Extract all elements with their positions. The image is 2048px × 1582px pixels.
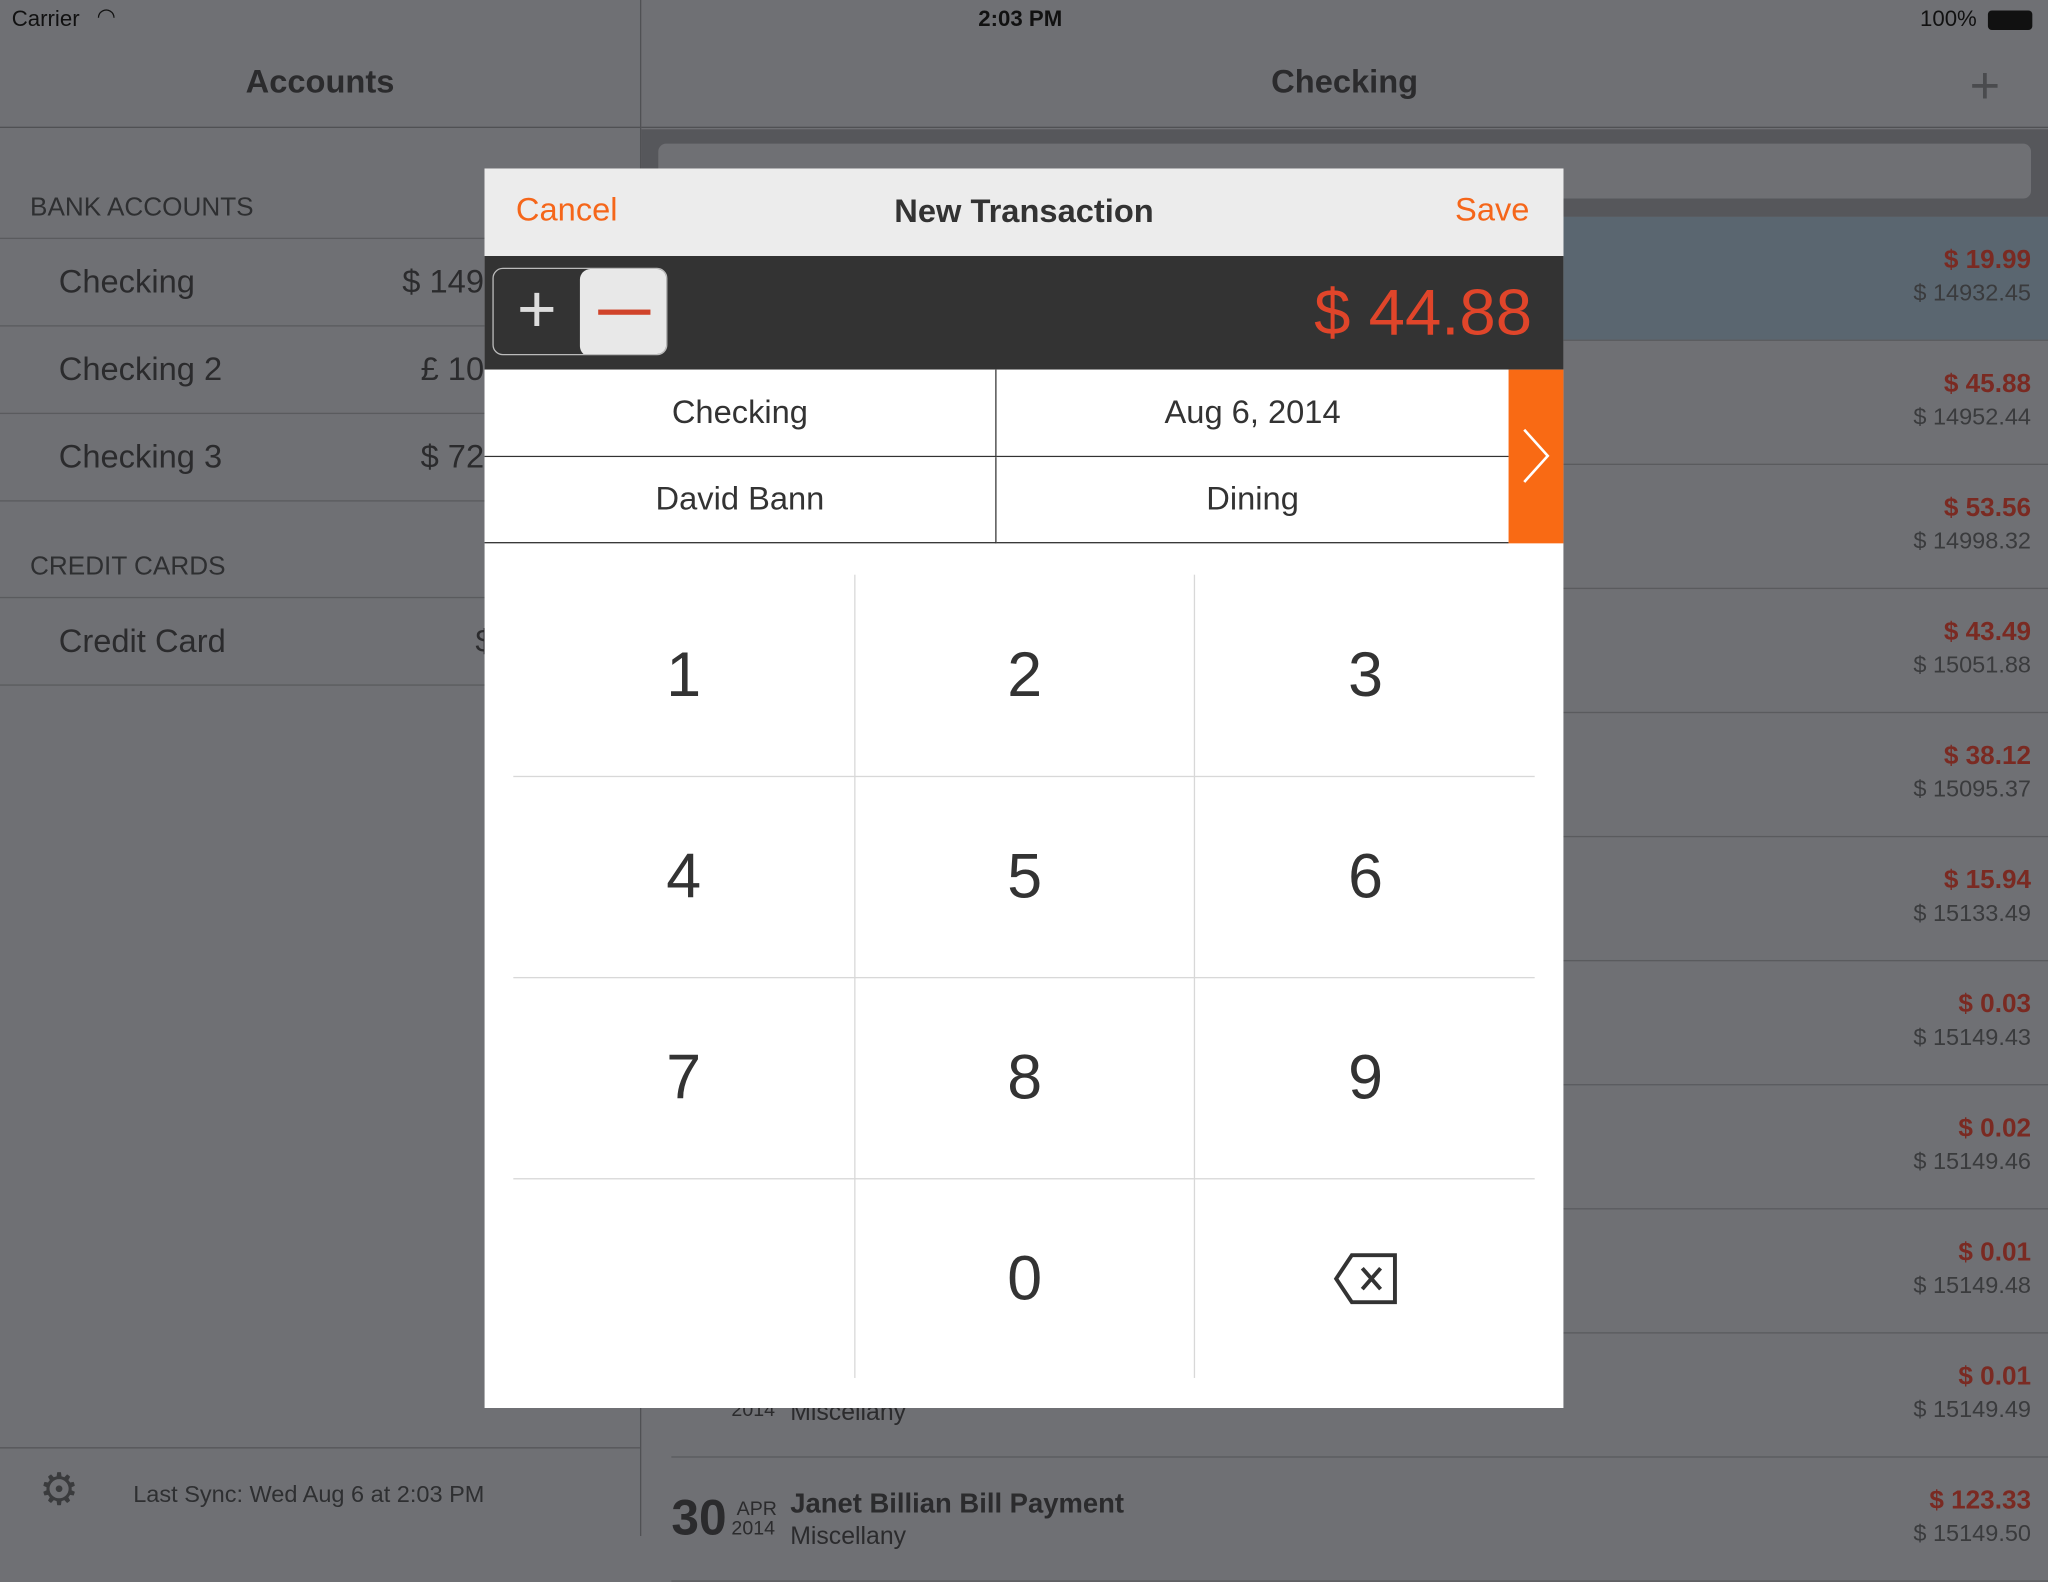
account-name: Checking 3 xyxy=(58,438,223,475)
running-balance: $ 15149.48 xyxy=(1913,1272,2032,1299)
key-1[interactable]: 1 xyxy=(513,575,854,776)
transaction-category: Miscellany xyxy=(790,1522,907,1551)
account-name: Checking xyxy=(58,263,195,300)
chevron-right-icon xyxy=(1523,428,1550,483)
register-nav-title: Checking xyxy=(641,39,2048,128)
key-6[interactable]: 6 xyxy=(1195,776,1536,977)
accounts-nav-title: Accounts xyxy=(0,39,640,128)
sync-bar: ⚙ Last Sync: Wed Aug 6 at 2:03 PM xyxy=(0,1447,640,1536)
account-balance: $ 72 xyxy=(420,438,485,475)
transaction-amount: $ 19.99 xyxy=(1943,245,2032,275)
transaction-day: 30 xyxy=(671,1491,727,1547)
running-balance: $ 14952.44 xyxy=(1913,403,2032,430)
account-name: Credit Card xyxy=(58,622,226,659)
running-balance: $ 15095.37 xyxy=(1913,775,2032,802)
running-balance: $ 14932.45 xyxy=(1913,279,2032,306)
running-balance: $ 15149.49 xyxy=(1913,1396,2032,1423)
last-sync-label: Last Sync: Wed Aug 6 at 2:03 PM xyxy=(133,1481,485,1508)
account-name: Checking 2 xyxy=(58,350,223,388)
running-balance: $ 15149.50 xyxy=(1913,1520,2032,1547)
backspace-key[interactable] xyxy=(1195,1178,1536,1379)
section-header: CREDIT CARDS xyxy=(30,552,226,582)
status-bar: Carrier ◠ 2:03 PM 100% xyxy=(0,0,2048,39)
running-balance: $ 15149.43 xyxy=(1913,1023,2032,1051)
sign-toggle[interactable]: + xyxy=(492,267,668,356)
add-transaction-icon[interactable]: + xyxy=(1970,57,2001,116)
modal-title: New Transaction xyxy=(894,193,1154,230)
next-button[interactable] xyxy=(1508,369,1564,544)
key-9[interactable]: 9 xyxy=(1195,977,1536,1178)
payee-field[interactable]: David Bann xyxy=(484,457,997,544)
section-header: BANK ACCOUNTS xyxy=(30,193,254,223)
running-balance: $ 15051.88 xyxy=(1913,651,2032,678)
running-balance: $ 14998.32 xyxy=(1913,527,2032,554)
transaction-year: 2014 xyxy=(731,1517,776,1540)
transaction-amount: $ 43.49 xyxy=(1943,617,2032,647)
time-label: 2:03 PM xyxy=(978,6,1063,32)
empty-key xyxy=(513,1178,854,1379)
wifi-icon: ◠ xyxy=(96,3,117,29)
transaction-amount: $ 0.01 xyxy=(1958,1362,2032,1392)
minus-button[interactable] xyxy=(579,269,667,354)
transaction-amount: $ 53.56 xyxy=(1943,493,2032,523)
key-8[interactable]: 8 xyxy=(854,977,1195,1178)
transaction-amount: $ 38.12 xyxy=(1943,741,2032,771)
transaction-payee: Janet Billian Bill Payment xyxy=(790,1488,1125,1520)
transaction-amount: $ 123.33 xyxy=(1929,1486,2032,1516)
gear-icon[interactable]: ⚙ xyxy=(39,1464,79,1516)
transaction-amount: $ 45.88 xyxy=(1943,369,2032,399)
backspace-icon xyxy=(1333,1253,1397,1305)
transaction-amount: $ 0.02 xyxy=(1958,1114,2032,1143)
key-7[interactable]: 7 xyxy=(513,977,854,1178)
key-2[interactable]: 2 xyxy=(854,575,1195,776)
minus-icon xyxy=(598,309,651,315)
key-5[interactable]: 5 xyxy=(854,776,1195,977)
transaction-amount: $ 15.94 xyxy=(1943,865,2032,895)
plus-icon[interactable]: + xyxy=(494,269,580,354)
running-balance: $ 15133.49 xyxy=(1913,899,2032,927)
battery-label: 100% xyxy=(1919,6,1977,32)
save-button[interactable]: Save xyxy=(1455,192,1529,230)
modal-header: Cancel New Transaction Save xyxy=(484,168,1564,256)
account-balance: £ 10 xyxy=(420,350,485,388)
category-field[interactable]: Dining xyxy=(996,457,1509,544)
transaction-amount: $ 0.01 xyxy=(1958,1238,2032,1267)
account-field[interactable]: Checking xyxy=(484,369,997,458)
key-0[interactable]: 0 xyxy=(854,1178,1195,1379)
transaction-amount: $ 0.03 xyxy=(1958,990,2032,1019)
account-balance: $ 149 xyxy=(402,263,484,300)
key-4[interactable]: 4 xyxy=(513,776,854,977)
new-transaction-modal: Cancel New Transaction Save + $ 44.88 Ch… xyxy=(484,168,1564,1408)
cancel-button[interactable]: Cancel xyxy=(516,192,618,230)
amount-display: $ 44.88 xyxy=(1314,275,1533,349)
date-field[interactable]: Aug 6, 2014 xyxy=(996,369,1509,458)
battery-icon xyxy=(1987,10,2033,31)
carrier-label: Carrier xyxy=(11,6,80,32)
keypad: 123 456 7890 xyxy=(513,574,1536,1379)
transaction-row[interactable]: $ 123.33 $ 15149.50 30 APR 2014 Janet Billi… xyxy=(671,1458,2048,1582)
running-balance: $ 15149.46 xyxy=(1913,1148,2032,1175)
key-3[interactable]: 3 xyxy=(1195,575,1536,776)
amount-bar: + $ 44.88 xyxy=(484,255,1564,370)
